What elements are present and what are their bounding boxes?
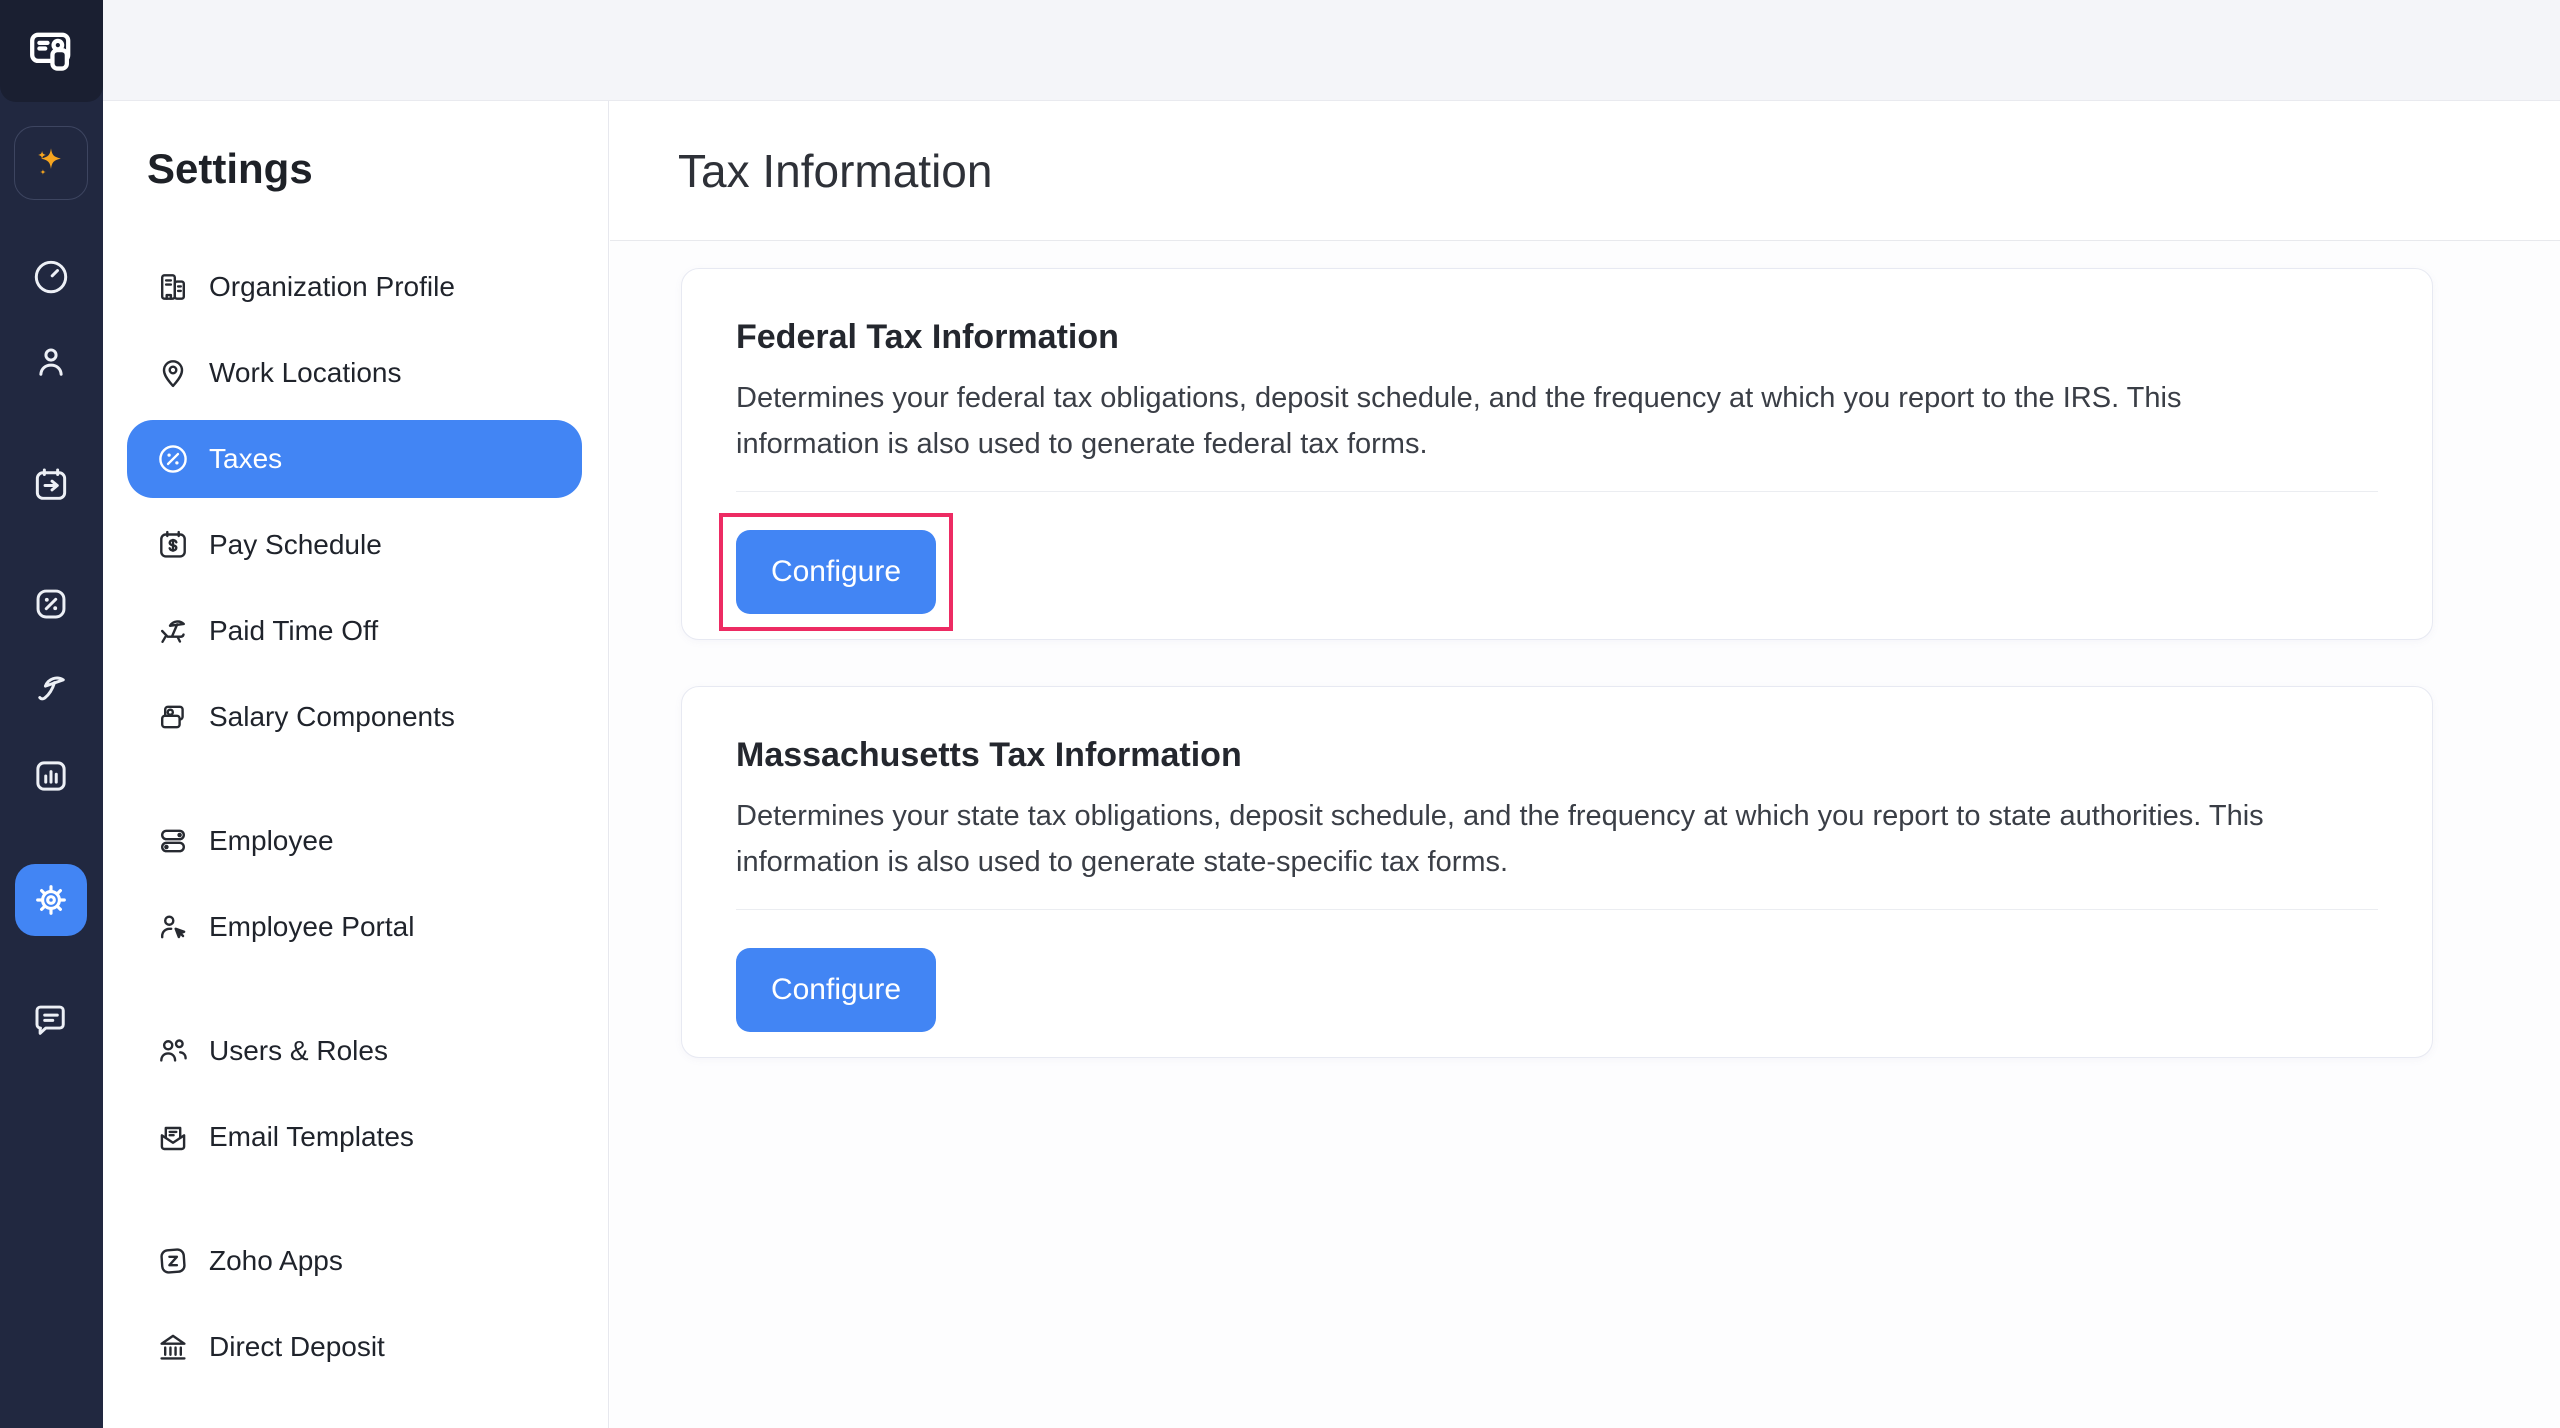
sparkle-ai-icon [30,142,72,184]
taxes-percent-badge-icon [30,583,72,625]
main-content: Tax Information Federal Tax Information … [610,101,2560,1428]
state-tax-card-description: Determines your state tax obligations, d… [736,800,2264,878]
person-cursor-icon [155,909,191,945]
nav-item-label: Pay Schedule [209,529,382,560]
federal-configure-button[interactable]: Configure [736,530,936,614]
nav-item-label: Organization Profile [209,271,455,302]
annotation-highlight-box: Configure [719,513,953,631]
top-bar [103,0,2560,101]
nav-item-label: Employee [209,825,334,856]
nav-item-pay-schedule[interactable]: Pay Schedule [127,506,582,584]
reports-bar-chart-icon [30,755,72,797]
card-divider [736,909,2378,910]
toggle-switches-icon [155,823,191,859]
leave-umbrella-icon [30,669,72,711]
nav-item-employee-portal[interactable]: Employee Portal [127,888,582,966]
organization-building-icon [155,269,191,305]
rail-item-settings[interactable] [15,864,87,936]
percent-circle-icon [155,441,191,477]
nav-item-users-roles[interactable]: Users & Roles [127,1012,582,1090]
nav-item-work-locations[interactable]: Work Locations [127,334,582,412]
rail-item-ai[interactable] [14,126,88,200]
page-title: Tax Information [678,144,993,197]
nav-item-label: Users & Roles [209,1035,388,1066]
calendar-dollar-icon [155,527,191,563]
nav-item-label: Taxes [209,443,283,474]
rail-item-pay-runs[interactable] [15,449,87,521]
app-screen: Settings Organization Profile Work Locat… [0,0,2560,1428]
federal-tax-card-title: Federal Tax Information [736,318,1119,356]
main-header: Tax Information [610,101,2560,241]
state-tax-card: Massachusetts Tax Information Determines… [681,686,2433,1058]
app-logo[interactable] [0,0,103,102]
state-configure-button[interactable]: Configure [736,948,936,1032]
rail-item-employees[interactable] [15,326,87,398]
nav-item-salary-components[interactable]: Salary Components [127,678,582,756]
payroll-card-logo-icon [25,24,79,78]
pay-runs-calendar-arrow-icon [30,464,72,506]
user-group-icon [155,1033,191,1069]
settings-gear-icon [30,879,72,921]
card-divider [736,491,2378,492]
rail-item-reports[interactable] [15,740,87,812]
nav-item-zoho-apps[interactable]: Zoho Apps [127,1222,582,1300]
federal-tax-card-description: Determines your federal tax obligations,… [736,382,2182,460]
nav-item-label: Employee Portal [209,911,415,942]
nav-item-email-templates[interactable]: Email Templates [127,1098,582,1176]
nav-item-label: Zoho Apps [209,1245,343,1276]
nav-item-paid-time-off[interactable]: Paid Time Off [127,592,582,670]
settings-nav-list: Organization Profile Work Locations Taxe… [127,248,582,1386]
state-tax-card-title: Massachusetts Tax Information [736,736,1242,774]
rail-item-leave[interactable] [15,654,87,726]
settings-title: Settings [147,145,313,192]
nav-item-label: Direct Deposit [209,1331,385,1362]
nav-item-label: Salary Components [209,701,455,732]
help-chat-icon [30,999,72,1041]
federal-tax-card: Federal Tax Information Determines your … [681,268,2433,640]
nav-item-organization-profile[interactable]: Organization Profile [127,248,582,326]
settings-nav-panel: Settings Organization Profile Work Locat… [103,101,609,1428]
nav-item-label: Paid Time Off [209,615,379,646]
nav-item-taxes[interactable]: Taxes [127,420,582,498]
zoho-z-box-icon [155,1243,191,1279]
nav-item-label: Work Locations [209,357,402,388]
nav-item-label: Email Templates [209,1121,414,1152]
employees-person-icon [30,341,72,383]
nav-item-employee[interactable]: Employee [127,802,582,880]
dashboard-speedometer-icon [30,256,72,298]
rail-item-dashboard[interactable] [15,241,87,313]
beach-chair-umbrella-icon [155,613,191,649]
bank-icon [155,1329,191,1365]
location-pin-icon [155,355,191,391]
rail-item-help[interactable] [15,984,87,1056]
nav-item-direct-deposit[interactable]: Direct Deposit [127,1308,582,1386]
wallet-cards-icon [155,699,191,735]
mail-open-letter-icon [155,1119,191,1155]
app-rail [0,0,103,1428]
rail-item-taxes[interactable] [15,568,87,640]
